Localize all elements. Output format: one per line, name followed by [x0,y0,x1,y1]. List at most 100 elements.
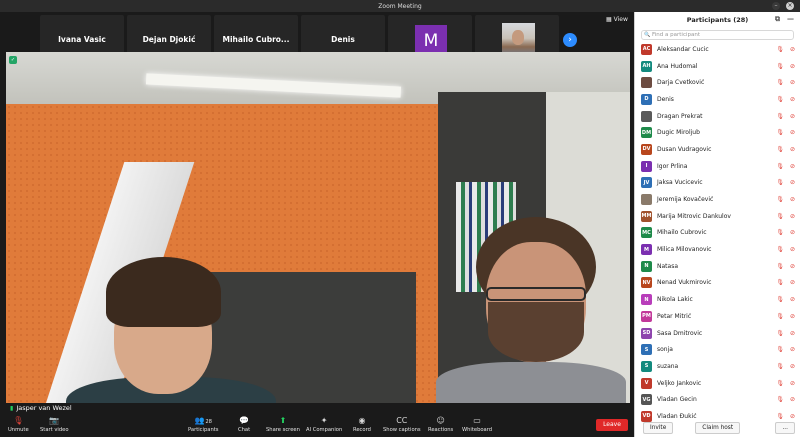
mic-muted-icon: 🎙 [776,162,784,170]
participant-avatar: AC [641,43,652,55]
participant-row[interactable]: Ssonja 🎙 ⊘ [635,341,800,358]
record-button[interactable]: ◉ Record [353,416,371,433]
participant-avatar: AH [641,60,652,72]
mic-muted-icon: 🎙 [776,246,784,254]
close-icon[interactable]: × [786,2,794,10]
participants-button[interactable]: 👥28 Participants [188,416,218,433]
video-off-icon: 📷 [49,416,60,425]
share-screen-icon: ⬆ [279,416,287,425]
thumbnail-display-name: Ivana Vasic [58,35,106,44]
participant-name: Marija Mitrovic Dankulov [657,212,731,220]
chat-button[interactable]: 💬 Chat [238,416,250,433]
mic-muted-icon: 🎙 [776,346,784,354]
whiteboard-icon: ▭ [473,416,481,425]
mic-muted-icon: 🎙 [776,212,784,220]
participant-row[interactable]: N Nikola Lakic 🎙 ⊘ [635,291,800,308]
claim-host-button[interactable]: Claim host [695,422,741,434]
participant-row[interactable]: D Denis 🎙 ⊘ [635,91,800,108]
video-off-icon: ⊘ [789,329,795,337]
participant-avatar: PM [641,310,652,322]
toolbar-button-label: Chat [238,427,251,433]
participant-name: Denis [657,95,674,103]
participant-avatar: S [641,344,652,356]
whiteboard-button[interactable]: ▭ Whiteboard [462,416,492,433]
participant-name: Nikola Lakic [657,296,693,304]
view-button[interactable]: ▦ View [606,16,628,23]
thumbnail-display-name: Mihailo Cubro... [222,35,290,44]
mic-muted-icon: 🎙 [776,196,784,204]
mic-muted-icon: 🎙 [776,296,784,304]
participant-name: Petar Mitrić [657,312,692,320]
mic-muted-icon: 🎙 [776,62,784,70]
speaker-name: Jasper van Wezel [16,404,72,412]
encryption-shield-icon[interactable]: ✓ [9,56,17,64]
participant-row[interactable]: N Natasa 🎙 ⊘ [635,258,800,275]
participant-row[interactable]: AH Ana Hudomal 🎙 ⊘ [635,58,800,75]
start-video-button[interactable]: 📷 Start video [40,416,69,433]
participant-row[interactable]: MC Mihailo Cubrovic 🎙 ⊘ [635,225,800,242]
mic-muted-icon: 🎙 [776,145,784,153]
participant-row[interactable]: V Veljko Jankovic 🎙 ⊘ [635,375,800,392]
show-captions-button[interactable]: CC Show captions [383,416,421,433]
participant-count-badge: 28 [205,419,212,425]
participant-row[interactable]: I Igor Prlina 🎙 ⊘ [635,158,800,175]
participant-row[interactable]: PM Petar Mitrić 🎙 ⊘ [635,308,800,325]
toolbar-button-label: Participants [188,427,219,433]
participant-row[interactable]: VG Vladan Gecin 🎙 ⊘ [635,391,800,408]
video-off-icon: ⊘ [789,79,795,87]
participant-row[interactable]: M Milica Milovanovic 🎙 ⊘ [635,241,800,258]
participant-avatar: S [641,360,652,372]
participant-row[interactable]: JV Jaksa Vucicevic 🎙 ⊘ [635,175,800,192]
participant-name: Veljko Jankovic [657,379,702,387]
participant-avatar: DV [641,143,652,155]
participant-row[interactable]: Dragan Prekrat 🎙 ⊘ [635,108,800,125]
participant-name: Aleksandar Cucic [657,45,709,53]
participant-row[interactable]: DM Dugic Miroljub 🎙 ⊘ [635,124,800,141]
invite-button[interactable]: Invite [643,422,674,434]
more-options-button[interactable]: ... [775,422,795,434]
unmute-button[interactable]: 🎙 Unmute [8,416,29,433]
leave-button[interactable]: Leave [596,419,628,431]
participant-row[interactable]: DV Dusan Vudragovic 🎙 ⊘ [635,141,800,158]
video-off-icon: ⊘ [789,279,795,287]
mic-muted-icon: 🎙 [776,262,784,270]
minimize-panel-icon[interactable]: — [787,15,794,24]
toolbar-button-label: Show captions [383,427,421,433]
meeting-toolbar: 🎙 Unmute 📷 Start video 👥28 Participants 💬 Chat ⬆… [0,413,634,437]
participant-search-input[interactable]: Find a participant [641,30,794,40]
next-page-button[interactable]: › [563,33,577,47]
participant-row[interactable]: NV Nenad Vukmirovic 🎙 ⊘ [635,275,800,292]
toolbar-button-label: Unmute [8,427,29,433]
participant-avatar [641,194,652,206]
participant-row[interactable]: AC Aleksandar Cucic 🎙 ⊘ [635,41,800,58]
participant-row[interactable]: MM Marija Mitrovic Dankulov 🎙 ⊘ [635,208,800,225]
toolbar-button-label: Record [353,427,371,433]
active-speaker-label: ▮ Jasper van Wezel [10,404,72,412]
participant-row[interactable]: Ssuzana 🎙 ⊘ [635,358,800,375]
video-person-left [66,257,276,403]
participant-name: Dusan Vudragovic [657,145,712,153]
participant-name: Vladan Gecin [657,396,697,404]
video-off-icon: ⊘ [789,162,795,170]
video-off-icon: ⊘ [789,129,795,137]
participant-name: Natasa [657,262,678,270]
participant-row[interactable]: Darja Cvetković 🎙 ⊘ [635,74,800,91]
reactions-button[interactable]: ☺ Reactions [428,416,453,433]
video-off-icon: ⊘ [789,396,795,404]
participant-row[interactable]: Jeremija Kovačević 🎙 ⊘ [635,191,800,208]
ai-companion-button[interactable]: ✦ AI Companion [306,416,342,433]
mic-muted-icon: 🎙 [776,129,784,137]
video-off-icon: ⊘ [789,212,795,220]
share-screen-button[interactable]: ⬆ Share screen [266,416,300,433]
toolbar-button-label: Whiteboard [462,427,493,433]
minimize-icon[interactable]: – [772,2,780,10]
participant-name: sonja [657,346,673,354]
participant-name: Jeremija Kovačević [657,196,714,204]
reactions-icon: ☺ [436,416,445,425]
main-video[interactable] [6,52,630,403]
popout-icon[interactable]: ⧉ [775,15,780,24]
video-off-icon: ⊘ [789,246,795,254]
participant-row[interactable]: SD Sasa Dmitrovic 🎙 ⊘ [635,325,800,342]
mic-muted-icon: 🎙 [776,179,784,187]
video-off-icon: ⊘ [789,196,795,204]
